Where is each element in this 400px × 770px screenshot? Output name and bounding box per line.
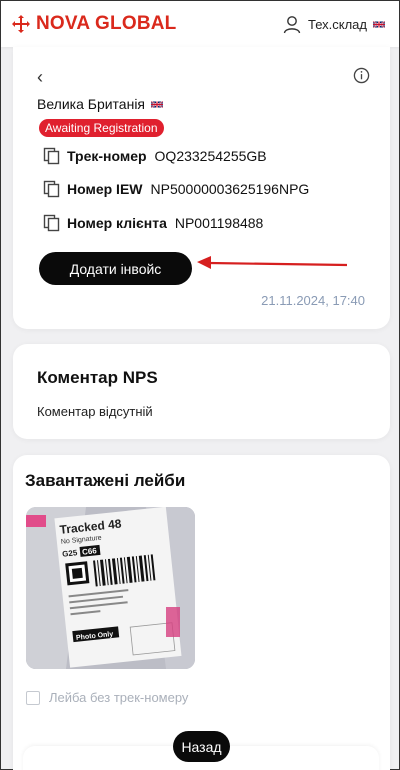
- shipment-card: ‹ Велика Британія Awaiting Registration …: [13, 47, 390, 329]
- add-invoice-button[interactable]: Додати інвойс: [39, 252, 192, 285]
- comment-text: Коментар відсутній: [37, 404, 153, 419]
- user-menu[interactable]: Тех.склад: [282, 14, 385, 34]
- labels-card: Завантажені лейби Tracked 48 No Signatur…: [13, 455, 390, 770]
- copy-icon[interactable]: [43, 214, 61, 232]
- app-header: NOVA GLOBAL Тех.склад: [1, 1, 399, 47]
- label-code-2: C66: [82, 546, 98, 557]
- user-label: Тех.склад: [307, 16, 367, 32]
- user-icon: [283, 16, 301, 34]
- chevron-left-icon[interactable]: ‹: [37, 67, 43, 88]
- labels-title: Завантажені лейби: [25, 471, 186, 490]
- brand-name: NOVA GLOBAL: [36, 13, 177, 34]
- field-label: Номер IEW: [67, 181, 143, 197]
- red-arrow-annotation: [197, 256, 348, 269]
- country-name: Велика Британія: [37, 96, 146, 112]
- nova-logo-icon: [12, 15, 30, 33]
- field-label: Трек-номер: [67, 148, 147, 164]
- uploaded-label-image[interactable]: Tracked 48 No Signature G25 C66 Photo On…: [26, 507, 195, 669]
- destination-country: Велика Британія: [37, 96, 164, 112]
- shipping-label-photo: Tracked 48 No Signature G25 C66 Photo On…: [26, 507, 195, 669]
- info-icon[interactable]: [353, 67, 370, 84]
- field-label: Номер клієнта: [67, 215, 167, 231]
- field-row-track: Трек-номер OQ233254255GB: [43, 147, 267, 165]
- field-value: NP001198488: [174, 215, 264, 231]
- label-code-1: G25: [62, 548, 79, 559]
- copy-icon[interactable]: [43, 180, 61, 198]
- brand-logo[interactable]: NOVA GLOBAL: [11, 13, 176, 35]
- no-track-checkbox[interactable]: [26, 690, 40, 705]
- no-track-checkbox-label: Лейба без трек-номеру: [49, 690, 189, 705]
- comment-card: Коментар NPS Коментар відсутній: [13, 344, 390, 439]
- field-value: NP50000003625196NPG: [150, 181, 310, 197]
- comment-title: Коментар NPS: [37, 368, 158, 387]
- status-badge: Awaiting Registration: [39, 119, 164, 137]
- back-button[interactable]: Назад: [173, 731, 230, 762]
- no-track-checkbox-row[interactable]: Лейба без трек-номеру: [26, 690, 188, 705]
- uk-flag-icon[interactable]: [373, 20, 385, 29]
- field-row-client: Номер клієнта NP001198488: [43, 214, 263, 232]
- created-datetime: 21.11.2024, 17:40: [261, 293, 365, 308]
- uk-flag-icon: [151, 100, 164, 108]
- field-row-iew: Номер IEW NP50000003625196NPG: [43, 180, 309, 198]
- copy-icon[interactable]: [43, 147, 61, 165]
- field-value: OQ233254255GB: [154, 148, 267, 164]
